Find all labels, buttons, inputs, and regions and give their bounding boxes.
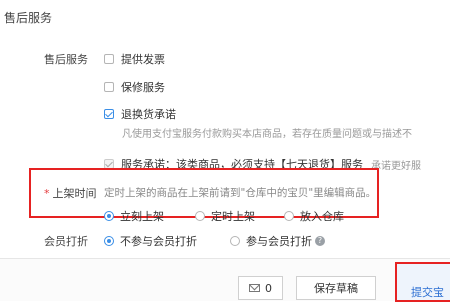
help-icon[interactable]: ?: [315, 236, 325, 246]
listing-option-scheduled[interactable]: 定时上架: [195, 208, 255, 224]
required-mark: *: [44, 187, 50, 200]
footer-bar: [0, 258, 450, 301]
section-title: 售后服务: [4, 11, 53, 25]
listing-time-hint: 定时上架的商品在上架前请到"仓库中的宝贝"里编辑商品。: [104, 187, 377, 199]
member-discount-no-label: 不参与会员打折: [120, 235, 197, 248]
listing-now-label: 立刻上架: [120, 210, 164, 223]
member-discount-yes[interactable]: 参与会员打折 ?: [230, 233, 325, 249]
invoice-label: 提供发票: [121, 53, 165, 66]
mail-button[interactable]: 0: [238, 276, 283, 300]
return-promise-checkbox[interactable]: 退换货承诺: [104, 106, 176, 122]
listing-scheduled-radio[interactable]: [195, 211, 205, 221]
member-discount-no[interactable]: 不参与会员打折: [104, 233, 197, 249]
warranty-checkbox[interactable]: 保修服务: [104, 79, 165, 95]
return-promise-label: 退换货承诺: [121, 108, 176, 121]
return-promise-checkbox-box[interactable]: [104, 109, 114, 119]
listing-scheduled-label: 定时上架: [211, 210, 255, 223]
member-discount-label: 会员打折: [44, 235, 88, 248]
listing-time-label: * 上架时间: [44, 185, 97, 201]
listing-option-now[interactable]: 立刻上架: [104, 208, 164, 224]
listing-time-label-text: 上架时间: [52, 187, 97, 200]
warranty-checkbox-box[interactable]: [104, 82, 114, 92]
mail-icon: [249, 284, 260, 292]
listing-option-warehouse[interactable]: 放入仓库: [284, 208, 344, 224]
listing-warehouse-label: 放入仓库: [300, 210, 344, 223]
invoice-checkbox[interactable]: 提供发票: [104, 51, 165, 67]
member-discount-yes-radio[interactable]: [230, 236, 240, 246]
submit-button[interactable]: 提交宝: [395, 262, 450, 302]
submit-label: 提交宝: [411, 286, 444, 299]
mail-count: 0: [265, 281, 272, 295]
save-draft-button[interactable]: 保存草稿: [296, 276, 376, 300]
invoice-checkbox-box[interactable]: [104, 54, 114, 64]
after-sales-label: 售后服务: [44, 53, 88, 66]
listing-warehouse-radio[interactable]: [284, 211, 294, 221]
return-promise-note: 凡使用支付宝服务付款购买本店商品，若存在质量问题或与描述不: [122, 129, 412, 140]
member-discount-no-radio[interactable]: [104, 236, 114, 246]
warranty-label: 保修服务: [121, 81, 165, 94]
listing-now-radio[interactable]: [104, 211, 114, 221]
member-discount-yes-label: 参与会员打折: [246, 235, 312, 248]
